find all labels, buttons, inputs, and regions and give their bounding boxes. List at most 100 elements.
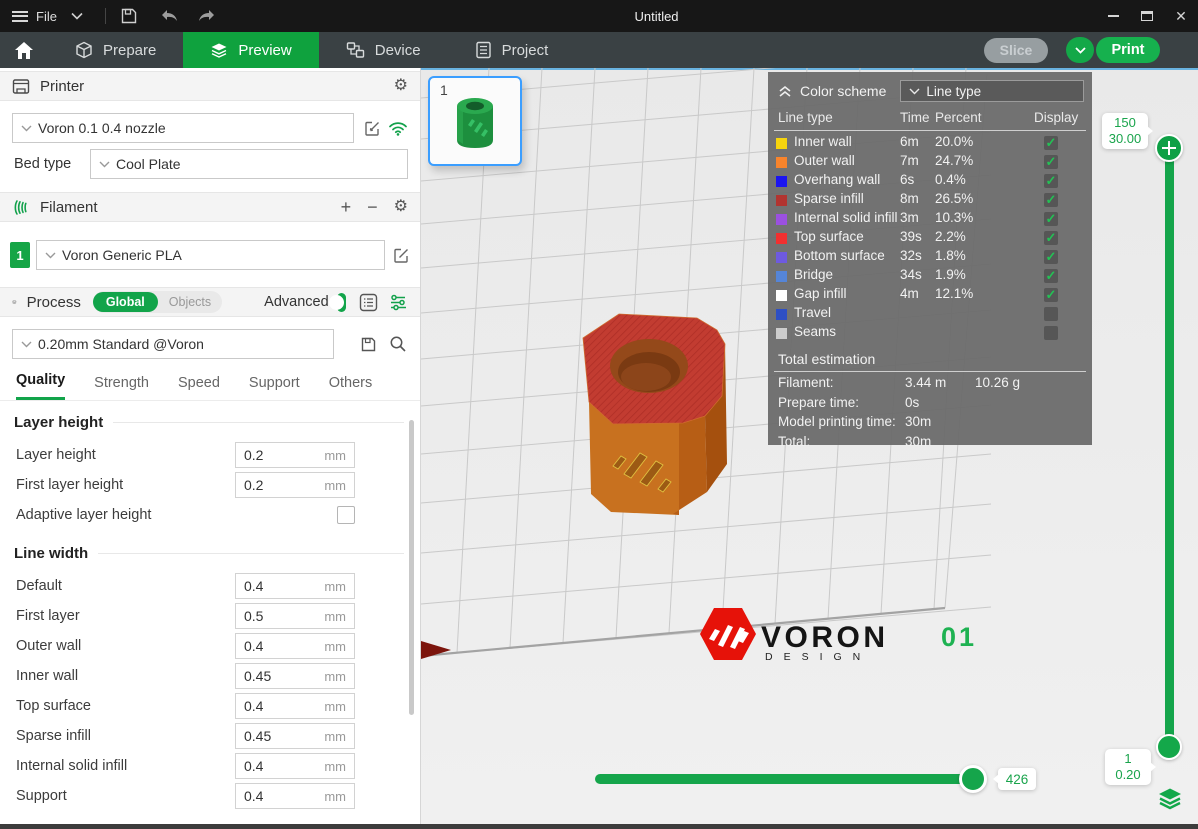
collapse-panel-icon[interactable] — [778, 85, 792, 98]
viewport-3d[interactable]: VORON DESIGN 01 — [421, 68, 1198, 829]
param-label: Adaptive layer height — [16, 507, 151, 523]
process-tab-strength[interactable]: Strength — [94, 375, 149, 400]
param-value: 0.4 — [244, 698, 263, 714]
undo-icon[interactable] — [160, 0, 180, 32]
remove-filament-icon[interactable]: − — [367, 198, 378, 216]
minimize-button[interactable] — [1096, 0, 1130, 32]
scope-objects[interactable]: Objects — [158, 292, 222, 312]
parameter-list-icon[interactable] — [359, 293, 378, 312]
preview-icon — [210, 41, 228, 59]
plate-thumbnail[interactable]: 1 — [428, 76, 522, 166]
tab-label: Project — [502, 42, 549, 59]
legend-label: Inner wall — [794, 134, 852, 149]
param-unit: mm — [324, 789, 346, 804]
tab-project[interactable]: Project — [448, 32, 576, 68]
process-tab-quality[interactable]: Quality — [16, 372, 65, 400]
param-input[interactable]: 0.45mm — [235, 663, 355, 689]
param-input[interactable]: 0.4mm — [235, 573, 355, 599]
legend-label: Gap infill — [794, 286, 847, 301]
total-row: Total:30m — [768, 434, 1092, 454]
filament-select[interactable]: Voron Generic PLA — [36, 240, 385, 270]
bed-type-select[interactable]: Cool Plate — [90, 149, 408, 179]
tune-parameters-icon[interactable] — [389, 293, 408, 312]
param-input[interactable]: 0.4mm — [235, 753, 355, 779]
printer-settings-icon[interactable]: ⚙ — [394, 78, 408, 94]
total-value: 30m — [905, 414, 931, 429]
settings-scrollbar[interactable] — [409, 420, 414, 715]
move-slider-handle[interactable] — [959, 765, 987, 793]
redo-icon[interactable] — [196, 0, 216, 32]
param-input[interactable]: 0.2mm — [235, 472, 355, 498]
maximize-button[interactable] — [1130, 0, 1164, 32]
process-scope-toggle[interactable]: Global Objects — [93, 291, 222, 313]
process-tab-support[interactable]: Support — [249, 375, 300, 400]
process-preset-select[interactable]: 0.20mm Standard @Voron — [12, 329, 334, 359]
param-input[interactable]: 0.2mm — [235, 442, 355, 468]
legend-display-checkbox[interactable]: ✓ — [1044, 269, 1058, 283]
param-input[interactable]: 0.45mm — [235, 723, 355, 749]
layers-mode-icon[interactable] — [1156, 786, 1184, 817]
col-time: Time — [900, 110, 930, 125]
tab-prepare[interactable]: Prepare — [48, 32, 183, 68]
col-display: Display — [1034, 110, 1078, 125]
edit-printer-icon[interactable] — [364, 120, 381, 137]
printer-select[interactable]: Voron 0.1 0.4 nozzle — [12, 113, 354, 143]
filament-settings-icon[interactable]: ⚙ — [394, 199, 408, 215]
save-icon[interactable] — [120, 0, 138, 32]
param-checkbox[interactable] — [337, 506, 355, 524]
file-chevron-down-icon[interactable] — [71, 0, 83, 32]
param-input[interactable]: 0.4mm — [235, 783, 355, 809]
prepare-icon — [75, 41, 93, 59]
slice-button[interactable]: Slice — [984, 38, 1048, 63]
layer-slider-top-handle[interactable] — [1155, 134, 1183, 162]
home-tab[interactable] — [0, 32, 48, 68]
print-dropdown-button[interactable] — [1066, 37, 1094, 63]
param-value: 0.45 — [244, 728, 271, 744]
legend-display-checkbox[interactable]: ✓ — [1044, 174, 1058, 188]
color-scheme-select[interactable]: Line type — [900, 80, 1084, 102]
legend-display-checkbox[interactable]: ✓ — [1044, 193, 1058, 207]
wifi-connection-icon[interactable] — [388, 121, 408, 136]
legend-time: 8m — [900, 191, 919, 206]
process-tab-speed[interactable]: Speed — [178, 375, 220, 400]
layer-slider-bottom-handle[interactable] — [1156, 734, 1182, 760]
param-input[interactable]: 0.4mm — [235, 693, 355, 719]
bed-type-value: Cool Plate — [116, 156, 181, 172]
move-slider-track[interactable] — [595, 774, 985, 784]
print-button[interactable]: Print — [1096, 37, 1160, 63]
legend-display-checkbox[interactable]: ✓ — [1044, 136, 1058, 150]
search-preset-icon[interactable] — [389, 335, 407, 353]
legend-display-checkbox[interactable]: ✓ — [1044, 250, 1058, 264]
filament-slot-number[interactable]: 1 — [10, 242, 30, 268]
process-tab-others[interactable]: Others — [329, 375, 373, 400]
hamburger-menu-icon[interactable] — [0, 0, 28, 32]
legend-display-checkbox[interactable]: ✓ — [1044, 155, 1058, 169]
legend-display-checkbox[interactable]: ✓ — [1044, 288, 1058, 302]
legend-display-checkbox[interactable]: ✓ — [1044, 307, 1058, 321]
advanced-toggle[interactable] — [337, 293, 346, 312]
legend-percent: 24.7% — [935, 153, 973, 168]
param-input[interactable]: 0.4mm — [235, 633, 355, 659]
legend-display-checkbox[interactable]: ✓ — [1044, 231, 1058, 245]
logo-subtext: DESIGN — [765, 651, 871, 663]
save-preset-icon[interactable] — [360, 336, 377, 353]
close-button[interactable]: ✕ — [1164, 0, 1198, 32]
add-filament-icon[interactable]: + — [341, 198, 352, 216]
legend-color-swatch — [776, 328, 787, 339]
param-label: Inner wall — [16, 668, 78, 684]
edit-filament-icon[interactable] — [393, 247, 410, 264]
legend-label: Sparse infill — [794, 191, 864, 206]
move-slider-badge: 426 — [998, 768, 1036, 790]
legend-display-checkbox[interactable]: ✓ — [1044, 212, 1058, 226]
tab-preview[interactable]: Preview — [183, 32, 318, 68]
legend-display-checkbox[interactable]: ✓ — [1044, 326, 1058, 340]
tab-device[interactable]: Device — [319, 32, 448, 68]
device-icon — [346, 41, 365, 59]
param-unit: mm — [324, 448, 346, 463]
param-input[interactable]: 0.5mm — [235, 603, 355, 629]
layer-slider-track[interactable] — [1165, 147, 1174, 747]
scope-global[interactable]: Global — [93, 292, 158, 312]
legend-label: Internal solid infill — [794, 210, 898, 225]
legend-time: 39s — [900, 229, 922, 244]
file-menu[interactable]: File — [36, 9, 57, 24]
